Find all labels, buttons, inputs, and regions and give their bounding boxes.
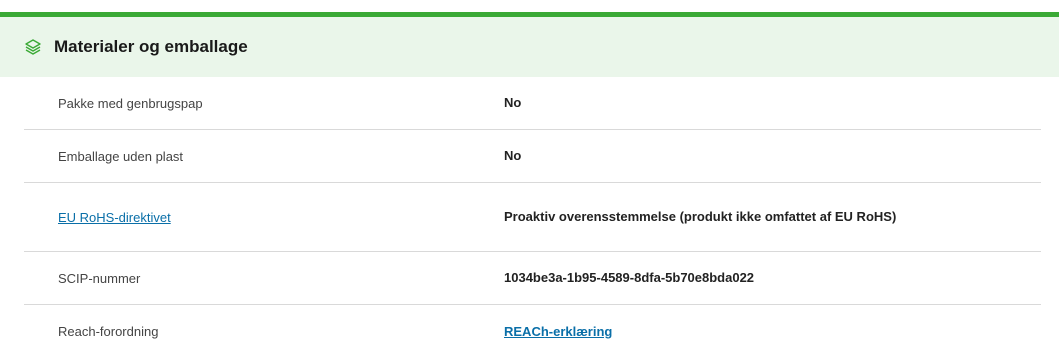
top-spacer (0, 0, 1059, 12)
attribute-row-eu-rohs: EU RoHS-direktivet Proaktiv overensstemm… (24, 183, 1041, 252)
attribute-row-recycled-cardboard: Pakke med genbrugspap No (24, 77, 1041, 130)
attribute-label: SCIP-nummer (58, 270, 141, 286)
attribute-row-reach: Reach-forordning REACh-erklæring (24, 305, 1041, 358)
attribute-label: Pakke med genbrugspap (58, 95, 203, 111)
eu-rohs-link[interactable]: EU RoHS-direktivet (58, 210, 171, 225)
attribute-value: 1034be3a-1b95-4589-8dfa-5b70e8bda022 (504, 270, 755, 285)
attribute-label-wrapper: EU RoHS-direktivet (24, 210, 504, 225)
attribute-value: Proaktiv overensstemmelse (produkt ikke … (504, 209, 897, 224)
attribute-value-wrapper: REACh-erklæring (504, 324, 924, 340)
attribute-value: No (504, 148, 522, 163)
attribute-value: No (504, 95, 522, 110)
attribute-row-scip-number: SCIP-nummer 1034be3a-1b95-4589-8dfa-5b70… (24, 252, 1041, 305)
section-header: Materialer og emballage (0, 12, 1059, 77)
reach-declaration-link[interactable]: REACh-erklæring (504, 324, 612, 339)
layers-icon (24, 38, 42, 56)
attribute-label: Reach-forordning (58, 324, 159, 339)
attribute-row-plastic-free-packaging: Emballage uden plast No (24, 130, 1041, 183)
section-title: Materialer og emballage (54, 37, 248, 56)
attribute-list: Pakke med genbrugspap No Emballage uden … (0, 77, 1059, 358)
attribute-label: Emballage uden plast (58, 148, 184, 164)
